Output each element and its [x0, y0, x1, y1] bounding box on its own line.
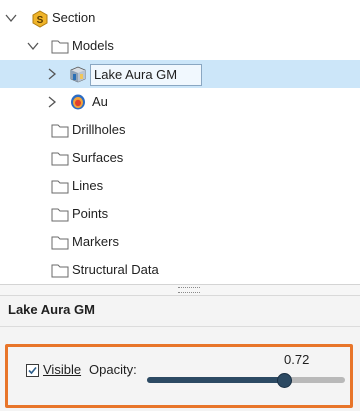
tree-row-models[interactable]: Models: [0, 32, 360, 60]
tree-label: Surfaces: [72, 150, 124, 165]
tree-row-structural-data[interactable]: Structural Data: [0, 256, 360, 284]
tree-label: Section: [52, 10, 96, 25]
opacity-label: Opacity:: [89, 362, 137, 377]
section-icon: S: [31, 10, 49, 28]
folder-icon: [51, 234, 69, 250]
opacity-value: 0.72: [284, 352, 310, 367]
visible-checkbox[interactable]: [26, 364, 39, 377]
tree-row-drillholes[interactable]: Drillholes: [0, 116, 360, 144]
folder-icon: [51, 206, 69, 222]
tree-row-lines[interactable]: Lines: [0, 172, 360, 200]
tree-label: Points: [72, 206, 109, 221]
folder-icon: [51, 178, 69, 194]
chevron-down-icon[interactable]: [4, 11, 18, 25]
visible-label[interactable]: Visible: [43, 362, 81, 377]
chevron-right-icon[interactable]: [45, 67, 59, 81]
chevron-right-icon[interactable]: [45, 95, 59, 109]
tree-label: Structural Data: [72, 262, 159, 277]
tree-row-points[interactable]: Points: [0, 200, 360, 228]
tree-label-editing[interactable]: Lake Aura GM: [90, 64, 203, 86]
svg-text:S: S: [37, 15, 44, 26]
splitter-grip-icon[interactable]: [178, 287, 200, 293]
checkmark-icon: [28, 366, 37, 375]
project-tree: S Section Models Lake Aura GM Au Drillho…: [0, 0, 360, 284]
properties-title: Lake Aura GM: [8, 302, 95, 317]
tree-label: Drillholes: [72, 122, 126, 137]
tree-row-surfaces[interactable]: Surfaces: [0, 144, 360, 172]
tree-label: Models: [72, 38, 114, 53]
tree-label: Markers: [72, 234, 119, 249]
tree-label: Au: [92, 94, 108, 109]
folder-icon: [51, 122, 69, 138]
tree-row-lake-aura-gm[interactable]: Lake Aura GM: [0, 60, 360, 88]
tree-row-section[interactable]: S Section: [0, 4, 360, 32]
tree-label: Lines: [72, 178, 104, 193]
opacity-slider[interactable]: [147, 373, 345, 388]
tree-row-markers[interactable]: Markers: [0, 228, 360, 256]
folder-icon: [51, 262, 69, 278]
geological-model-icon: [69, 65, 87, 83]
folder-icon: [51, 38, 69, 54]
tree-row-au[interactable]: Au: [0, 88, 360, 116]
divider: [0, 326, 360, 327]
properties-panel: Lake Aura GM Visible Opacity: 0.72: [0, 295, 360, 411]
slider-thumb[interactable]: [277, 373, 292, 388]
panel-splitter[interactable]: [0, 284, 360, 295]
folder-icon: [51, 150, 69, 166]
slider-fill: [147, 377, 284, 383]
chevron-down-icon[interactable]: [26, 39, 40, 53]
numeric-model-icon: [70, 94, 88, 110]
